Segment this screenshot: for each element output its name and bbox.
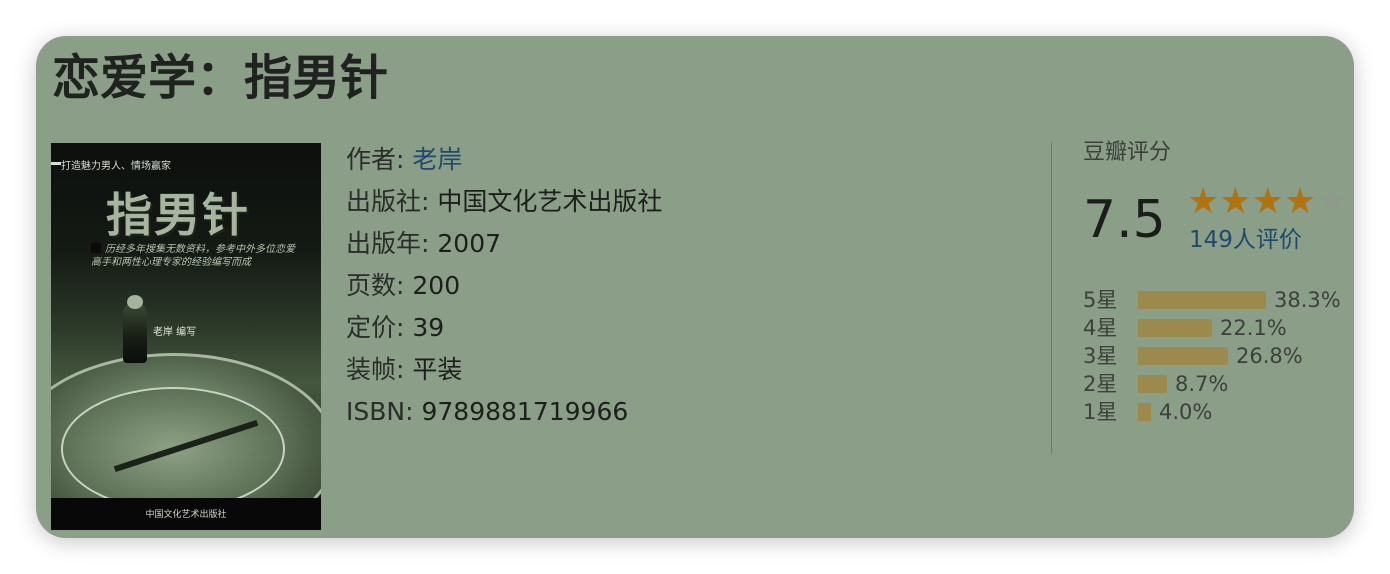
businessman-head xyxy=(127,295,143,309)
rating-row-percent: 26.8% xyxy=(1236,344,1303,368)
pages-value: 200 xyxy=(412,271,461,300)
star-filled-icon: ★ xyxy=(1283,181,1317,222)
year-value: 2007 xyxy=(437,229,502,258)
star-filled-icon: ★ xyxy=(1219,181,1252,222)
info-isbn-row: ISBN: 9789881719966 xyxy=(346,391,662,433)
douban-rating-panel: 豆瓣评分 7.5 ★★★★★ 149人评价 5星 38.3% 4星 22.1% 3星 26… xyxy=(1083,136,1348,424)
binding-label: 装帧: xyxy=(346,355,405,384)
info-publisher-row: 出版社: 中国文化艺术出版社 xyxy=(346,181,662,223)
book-cover-image[interactable]: 打造魅力男人、情场赢家 指男针 历经多年搜集无数资料，参考中外多位恋爱高手和两性… xyxy=(51,143,321,530)
cover-publisher: 中国文化艺术出版社 xyxy=(145,510,227,520)
rating-score: 7.5 xyxy=(1083,190,1166,250)
pages-label: 页数: xyxy=(346,271,405,300)
rating-row-percent: 4.0% xyxy=(1159,400,1213,424)
rating-row-label: 3星 xyxy=(1083,344,1118,368)
rating-row-label: 1星 xyxy=(1083,400,1118,424)
cover-blurb: 历经多年搜集无数资料，参考中外多位恋爱高手和两性心理专家的经验编写而成 xyxy=(91,243,301,269)
star-empty-icon: ★ xyxy=(1316,181,1349,222)
rating-distribution: 5星 38.3% 4星 22.1% 3星 26.8% 2星 8.7% 1星 4.0% xyxy=(1083,286,1353,426)
cover-author: 老岸 编写 xyxy=(153,327,197,338)
price-label: 定价: xyxy=(346,313,405,342)
info-year-row: 出版年: 2007 xyxy=(346,223,662,265)
book-info: 作者: 老岸 出版社: 中国文化艺术出版社 出版年: 2007 页数: 200 … xyxy=(346,139,662,433)
rating-row: 3星 26.8% xyxy=(1083,342,1353,370)
rating-row-bar xyxy=(1138,403,1151,421)
cover-title: 指男针 xyxy=(106,188,250,242)
rating-row-percent: 38.3% xyxy=(1274,288,1341,312)
author-label: 作者: xyxy=(346,145,405,174)
rating-row: 2星 8.7% xyxy=(1083,370,1353,398)
rating-row-label: 2星 xyxy=(1083,372,1118,396)
rating-count-link[interactable]: 149人评价 xyxy=(1189,224,1302,256)
rating-row-label: 4星 xyxy=(1083,316,1118,340)
rating-row-bar xyxy=(1138,347,1228,365)
rating-stars: ★★★★★ xyxy=(1187,182,1348,222)
info-binding-row: 装帧: 平装 xyxy=(346,349,662,391)
businessman-figure xyxy=(123,303,147,363)
book-title: 恋爱学：指男针 xyxy=(52,50,389,106)
year-label: 出版年: xyxy=(346,229,430,258)
info-pages-row: 页数: 200 xyxy=(346,265,662,307)
publisher-value: 中国文化艺术出版社 xyxy=(437,187,663,216)
rating-row-label: 5星 xyxy=(1083,288,1118,312)
publisher-label: 出版社: xyxy=(346,187,430,216)
rating-row-bar xyxy=(1138,291,1266,309)
rating-row: 1星 4.0% xyxy=(1083,398,1353,426)
rating-heading: 豆瓣评分 xyxy=(1083,140,1172,165)
price-value: 39 xyxy=(412,313,445,342)
binding-value: 平装 xyxy=(412,355,463,384)
book-card: 恋爱学：指男针 打造魅力男人、情场赢家 指男针 历经多年搜集无数资料，参考中外多… xyxy=(36,36,1354,538)
rating-row-percent: 22.1% xyxy=(1220,316,1287,340)
author-link[interactable]: 老岸 xyxy=(412,145,462,174)
star-filled-icon: ★ xyxy=(1251,181,1284,222)
section-divider xyxy=(1051,142,1052,454)
isbn-value: 9789881719966 xyxy=(421,397,629,426)
star-filled-icon: ★ xyxy=(1187,181,1220,222)
rating-row-bar xyxy=(1138,319,1212,337)
info-price-row: 定价: 39 xyxy=(346,307,662,349)
info-author-row: 作者: 老岸 xyxy=(346,139,662,181)
rating-row: 4星 22.1% xyxy=(1083,314,1353,342)
cover-tagline: 打造魅力男人、情场赢家 xyxy=(51,157,171,172)
rating-row-bar xyxy=(1138,375,1167,393)
rating-row-percent: 8.7% xyxy=(1175,372,1229,396)
isbn-label: ISBN: xyxy=(346,397,414,426)
rating-row: 5星 38.3% xyxy=(1083,286,1353,314)
